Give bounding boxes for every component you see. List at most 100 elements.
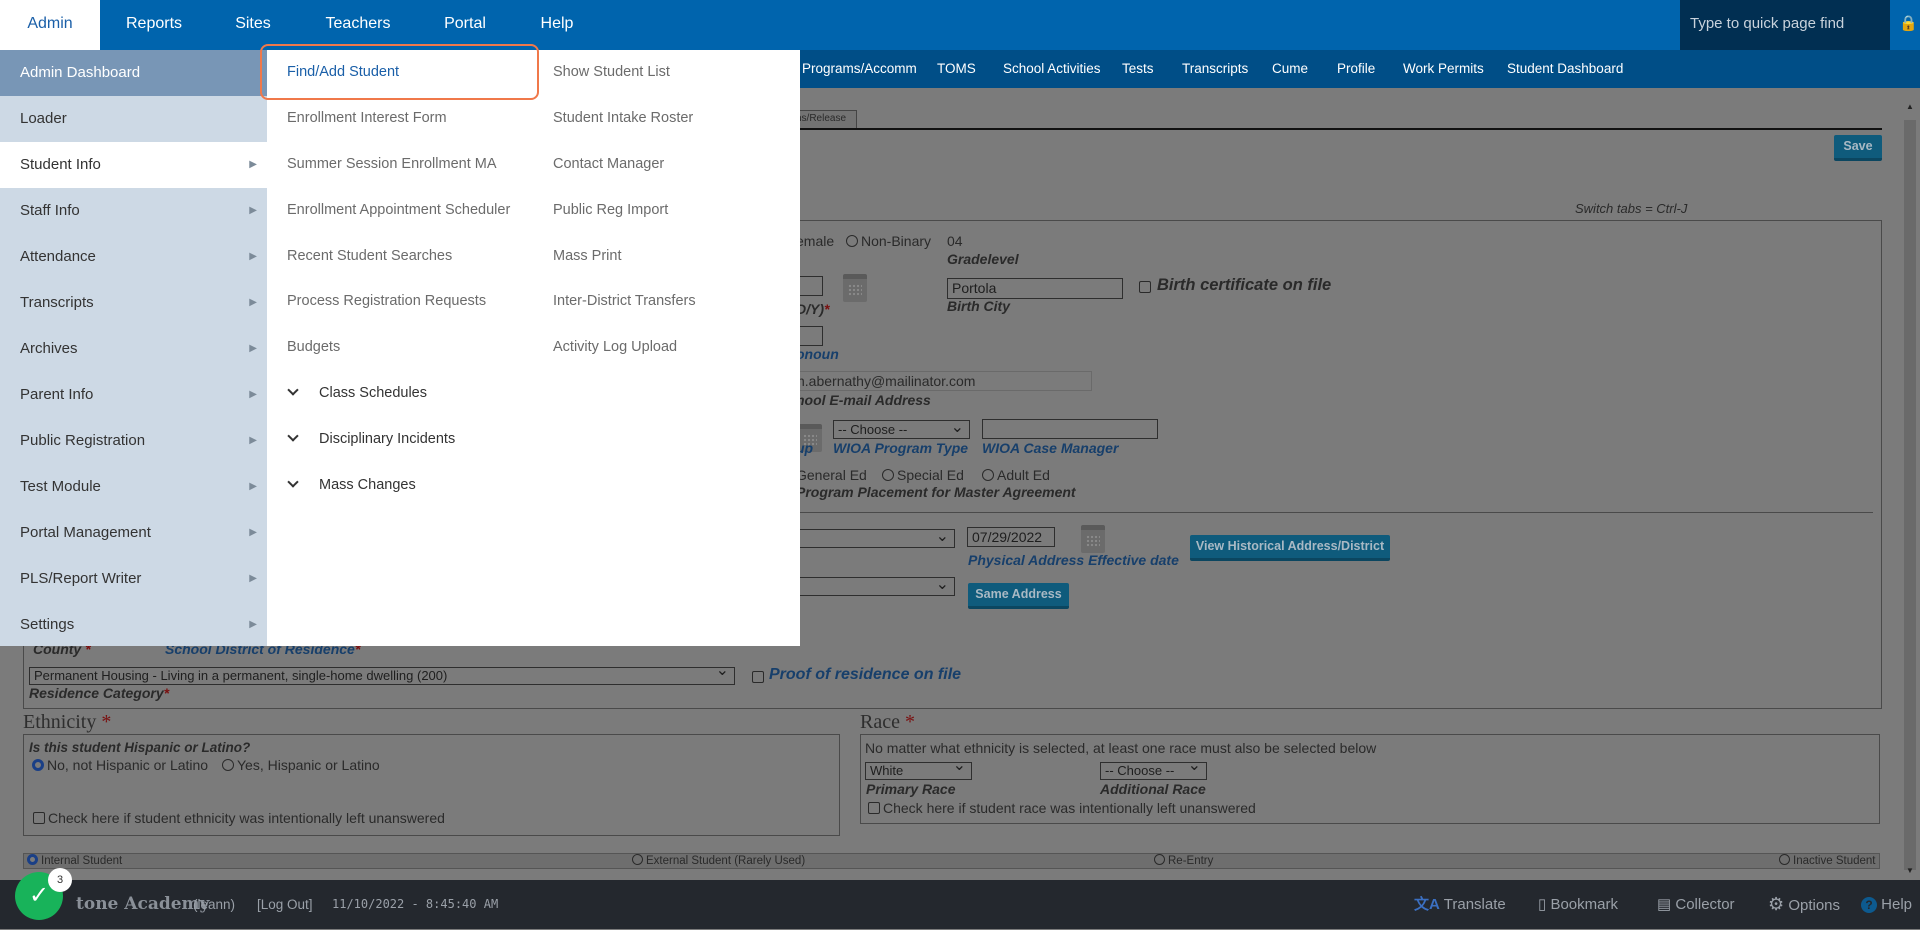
residence-category-select[interactable]: Permanent Housing - Living in a permanen… [29,667,735,685]
help-label: Help [1881,896,1913,913]
race-unanswered-checkbox[interactable]: Check here if student race was intention… [868,800,1256,816]
submenu-process-registration-requests[interactable]: Process Registration Requests [287,293,486,309]
birth-cert-checkbox[interactable] [1139,281,1151,293]
subnav-school-activities[interactable]: School Activities [1003,50,1101,88]
menu-public-registration[interactable]: Public Registration ▶ [0,418,267,464]
submenu-public-reg-import[interactable]: Public Reg Import [553,202,668,218]
calendar-icon[interactable] [843,274,867,302]
primary-race-label: Primary Race [866,781,956,797]
proof-residence-checkbox[interactable] [752,671,764,683]
subnav-tests[interactable]: Tests [1122,50,1154,88]
submenu-activity-log-upload[interactable]: Activity Log Upload [553,339,677,355]
topnav-help[interactable]: Help [527,0,587,50]
scrollbar[interactable]: ▲ ▼ [1900,88,1920,880]
primary-race-select[interactable]: White [865,762,972,780]
ethnicity-heading-text: Ethnicity [23,711,97,733]
subnav-work-permits[interactable]: Work Permits [1403,50,1484,88]
options-button[interactable]: ⚙ Options [1768,880,1840,930]
submenu-student-intake-roster[interactable]: Student Intake Roster [553,110,693,126]
group-label: Disciplinary Incidents [319,431,456,447]
save-button[interactable]: Save [1834,135,1882,161]
wioa-program-type-select[interactable]: -- Choose -- [833,420,970,439]
birth-city-input[interactable]: Portola [947,278,1123,299]
help-button[interactable]: ? Help [1861,880,1912,929]
placement-general-ed[interactable]: General Ed [796,467,867,483]
topnav-reports[interactable]: Reports [114,0,194,50]
tab-release[interactable]: ns/Release [793,110,857,128]
placement-special-ed-radio[interactable]: Special Ed [882,467,964,483]
menu-portal-management[interactable]: Portal Management ▶ [0,510,267,556]
menu-settings[interactable]: Settings ▶ [0,602,267,648]
menu-attendance[interactable]: Attendance ▶ [0,234,267,280]
quick-find-placeholder: Type to quick page find [1690,15,1845,32]
subnav-toms[interactable]: TOMS [937,50,976,88]
view-historical-address-button[interactable]: View Historical Address/District [1190,535,1390,561]
submenu-inter-district-transfers[interactable]: Inter-District Transfers [553,293,696,309]
scroll-up-icon[interactable]: ▲ [1906,102,1914,111]
ethnicity-no-radio[interactable]: No, not Hispanic or Latino [32,757,208,773]
caret-right-icon: ▶ [249,343,257,354]
bookmark-icon: ▯ [1538,896,1547,913]
submenu-mass-changes[interactable]: Mass Changes [287,476,416,493]
internal-student-radio[interactable]: Internal Student [27,854,122,867]
bookmark-button[interactable]: ▯ Bookmark [1538,880,1618,929]
submenu-recent-student-searches[interactable]: Recent Student Searches [287,248,452,264]
subnav-transcripts[interactable]: Transcripts [1182,50,1248,88]
subnav-profile[interactable]: Profile [1337,50,1375,88]
scroll-down-icon[interactable]: ▼ [1906,866,1914,875]
menu-pls-report-writer[interactable]: PLS/Report Writer ▶ [0,556,267,602]
chevron-down-icon [287,384,299,396]
submenu-show-student-list[interactable]: Show Student List [553,64,670,80]
submenu-enrollment-interest-form[interactable]: Enrollment Interest Form [287,110,447,126]
submenu-budgets[interactable]: Budgets [287,339,340,355]
menu-label: Attendance [20,248,96,265]
submenu-class-schedules[interactable]: Class Schedules [287,384,427,401]
ethnicity-unanswered-checkbox[interactable]: Check here if student ethnicity was inte… [33,810,445,826]
placement-adult-ed-radio[interactable]: Adult Ed [982,467,1050,483]
ethnicity-unanswered-label: Check here if student ethnicity was inte… [48,810,445,826]
chevron-down-icon [287,476,299,488]
inactive-student-radio[interactable]: Inactive Student [1779,854,1875,867]
menu-archives[interactable]: Archives ▶ [0,326,267,372]
wioa-case-manager-input[interactable] [982,419,1158,439]
submenu-disciplinary-incidents[interactable]: Disciplinary Incidents [287,430,456,447]
mailing-address-select[interactable] [780,577,955,596]
help-icon: ? [1861,897,1877,913]
topnav-admin[interactable]: Admin [0,0,100,50]
logout-link[interactable]: [Log Out] [257,880,313,929]
menu-staff-info[interactable]: Staff Info ▶ [0,188,267,234]
topnav-portal[interactable]: Portal [430,0,500,50]
additional-race-select[interactable]: -- Choose -- [1100,762,1207,780]
same-address-button[interactable]: Same Address [968,583,1069,609]
menu-loader[interactable]: Loader [0,96,267,142]
submenu-contact-manager[interactable]: Contact Manager [553,156,664,172]
scrollbar-thumb[interactable] [1904,120,1916,870]
address-select[interactable] [780,529,955,548]
topnav-sites[interactable]: Sites [223,0,283,50]
menu-transcripts[interactable]: Transcripts ▶ [0,280,267,326]
submenu-enrollment-appointment-scheduler[interactable]: Enrollment Appointment Scheduler [287,202,510,218]
subnav-cume[interactable]: Cume [1272,50,1308,88]
translate-button[interactable]: 文A Translate [1414,880,1506,929]
menu-admin-dashboard[interactable]: Admin Dashboard [0,50,267,96]
calendar-icon[interactable] [1081,525,1105,553]
external-student-radio[interactable]: External Student (Rarely Used) [632,854,805,867]
caret-right-icon: ▶ [249,481,257,492]
nonbinary-label: Non-Binary [861,233,932,249]
menu-student-info[interactable]: Student Info ▶ [0,142,267,188]
ethnicity-yes-radio[interactable]: Yes, Hispanic or Latino [222,757,380,773]
topnav-teachers[interactable]: Teachers [313,0,403,50]
submenu-summer-session-enrollment[interactable]: Summer Session Enrollment MA [287,156,497,172]
menu-test-module[interactable]: Test Module ▶ [0,464,267,510]
subnav-programs[interactable]: Programs/Accomm [802,50,917,88]
subnav-student-dashboard[interactable]: Student Dashboard [1507,50,1623,88]
submenu-mass-print[interactable]: Mass Print [553,248,622,264]
quick-find-input[interactable]: Type to quick page find 🔒 [1680,0,1918,50]
school-email-input[interactable]: n.abernathy@mailinator.com [780,371,1092,391]
gender-nonbinary-radio[interactable]: Non-Binary [846,233,931,249]
menu-parent-info[interactable]: Parent Info ▶ [0,372,267,418]
collector-button[interactable]: ▤ Collector [1657,880,1735,929]
effective-date-input[interactable]: 07/29/2022 [967,527,1055,547]
reentry-radio[interactable]: Re-Entry [1154,854,1213,867]
top-nav: Admin Reports Sites Teachers Portal Help [0,0,1920,50]
